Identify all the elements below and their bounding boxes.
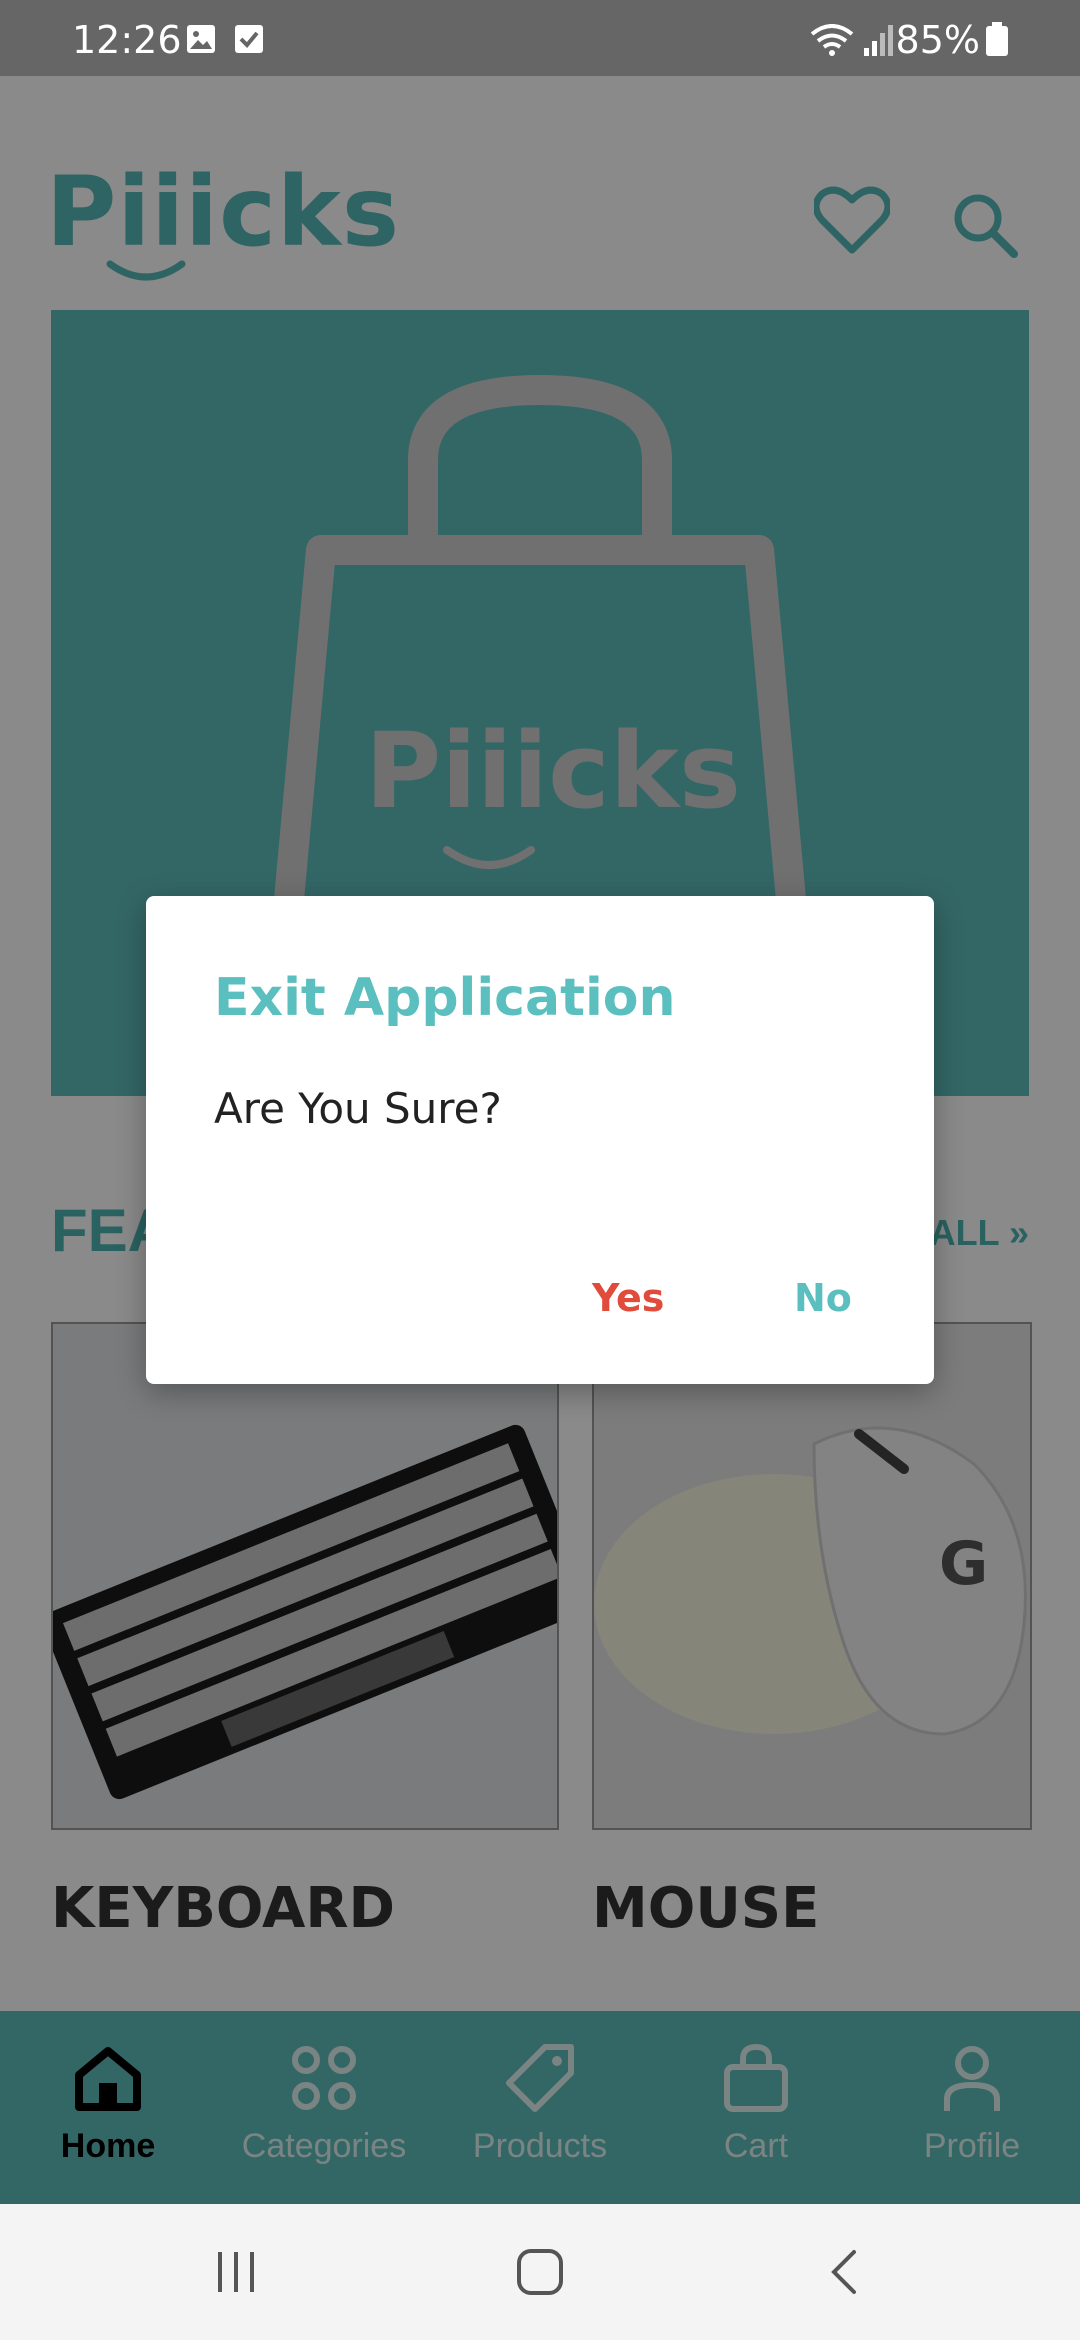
wifi-icon xyxy=(810,24,854,60)
dialog-title: Exit Application xyxy=(214,968,676,1028)
status-time: 12:26 xyxy=(72,18,182,62)
home-system-icon[interactable] xyxy=(516,2248,564,2301)
battery-icon xyxy=(986,22,1008,60)
yes-button[interactable]: Yes xyxy=(578,1266,678,1330)
checkbox-notification-icon xyxy=(234,24,264,58)
gallery-notification-icon xyxy=(186,24,216,58)
signal-icon xyxy=(862,24,896,60)
no-button[interactable]: No xyxy=(780,1266,866,1330)
status-bar: 12:26 85% xyxy=(0,0,1080,76)
system-navigation-bar xyxy=(0,2204,1080,2340)
back-icon[interactable] xyxy=(826,2248,860,2301)
dialog-message: Are You Sure? xyxy=(214,1084,502,1133)
recent-apps-icon[interactable] xyxy=(214,2248,258,2301)
exit-dialog: Exit Application Are You Sure? Yes No xyxy=(146,896,934,1384)
battery-percentage: 85% xyxy=(895,18,980,62)
